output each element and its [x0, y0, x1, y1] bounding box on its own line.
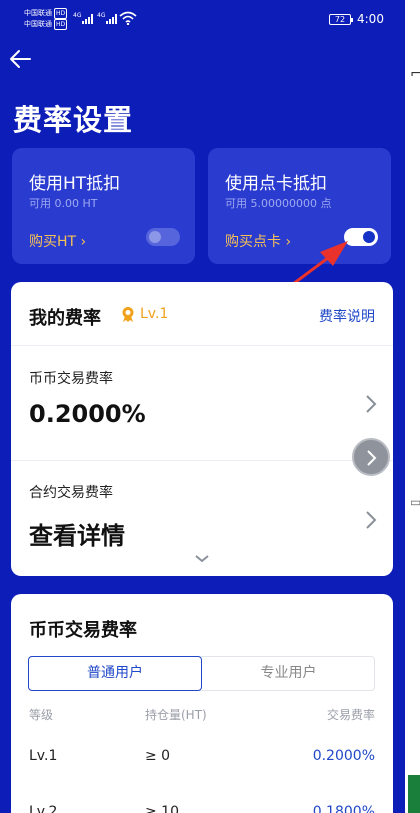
level-label: Lv.1 [140, 306, 169, 322]
ht-deduction-toggle[interactable] [146, 228, 180, 246]
ht-available: 可用 0.00 HT [29, 197, 98, 210]
tab-pro-user[interactable]: 专业用户 [202, 657, 375, 690]
point-card-deduction-card: 使用点卡抵扣 可用 5.00000000 点 购买点卡 › [208, 148, 391, 264]
back-arrow-icon[interactable] [8, 46, 34, 72]
column-header-rate: 交易费率 [326, 708, 375, 722]
edge-mark: ⌐ [410, 66, 420, 82]
chevron-right-icon [366, 511, 377, 529]
row-holding: ≥ 0 [145, 748, 171, 764]
spot-fee-table-title: 币币交易费率 [29, 620, 137, 641]
tab-regular-user[interactable]: 普通用户 [28, 656, 202, 691]
chevron-right-icon [366, 395, 377, 413]
point-deduction-toggle[interactable] [344, 228, 378, 246]
buy-ht-link[interactable]: 购买HT › [29, 231, 86, 251]
network-type-label: 4G [73, 12, 82, 19]
signal-icon [82, 14, 94, 24]
hd-badge: HD [54, 19, 68, 30]
folder-icon: ▭ [410, 495, 420, 509]
clock: 4:00 [357, 12, 384, 26]
medal-icon [122, 307, 134, 322]
signal-icon [106, 14, 118, 24]
carrier-label-1: 中国联通 HD [24, 8, 68, 19]
user-type-segmented-control: 普通用户 专业用户 [28, 656, 375, 691]
point-deduction-title: 使用点卡抵扣 [225, 174, 327, 194]
row-level: Lv.1 [29, 748, 58, 764]
spot-fee-value: 0.2000% [29, 400, 146, 428]
divider [11, 345, 393, 346]
hd-badge: HD [54, 8, 68, 19]
column-header-level: 等级 [29, 708, 54, 722]
column-header-holding: 持仓量(HT) [145, 708, 207, 722]
spot-fee-label: 币币交易费率 [29, 371, 113, 387]
chevron-down-icon[interactable] [194, 554, 210, 564]
floating-assistive-button[interactable] [352, 438, 390, 476]
carrier-label-2: 中国联通 HD [24, 19, 68, 30]
buy-point-card-link[interactable]: 购买点卡 › [225, 231, 291, 251]
spot-fee-table-card: 币币交易费率 普通用户 专业用户 等级 持仓量(HT) 交易费率 Lv.1 ≥ … [11, 594, 393, 813]
ht-deduction-card: 使用HT抵扣 可用 0.00 HT 购买HT › [12, 148, 195, 264]
row-holding: ≥ 10 [145, 804, 179, 813]
network-type-label: 4G [97, 12, 106, 19]
battery-icon: 72 [329, 14, 353, 25]
level-badge: Lv.1 [121, 306, 168, 322]
row-rate: 0.2000% [312, 748, 375, 764]
wifi-icon [119, 11, 137, 25]
point-available: 可用 5.00000000 点 [225, 197, 332, 210]
ht-deduction-title: 使用HT抵扣 [29, 174, 121, 194]
page-title: 费率设置 [13, 103, 134, 137]
chevron-right-icon [367, 450, 377, 466]
row-level: Lv.2 [29, 804, 58, 813]
edge-block [408, 775, 420, 813]
contract-fee-value: 查看详情 [29, 522, 125, 550]
row-rate: 0.1800% [312, 804, 375, 813]
status-bar: 中国联通 HD 中国联通 HD 4G 4G 72 4:00 [0, 0, 405, 34]
adjacent-window-edge [405, 0, 420, 813]
app-screen: 中国联通 HD 中国联通 HD 4G 4G 72 4:00 费率设置 使用HT抵扣 … [0, 0, 405, 813]
fee-explanation-link[interactable]: 费率说明 [319, 306, 375, 326]
divider [11, 460, 393, 461]
my-fee-title: 我的费率 [29, 308, 101, 329]
contract-fee-label: 合约交易费率 [29, 485, 113, 501]
my-fee-card: 我的费率 Lv.1 费率说明 币币交易费率 0.2000% 合约交易费率 查看详… [11, 282, 393, 576]
